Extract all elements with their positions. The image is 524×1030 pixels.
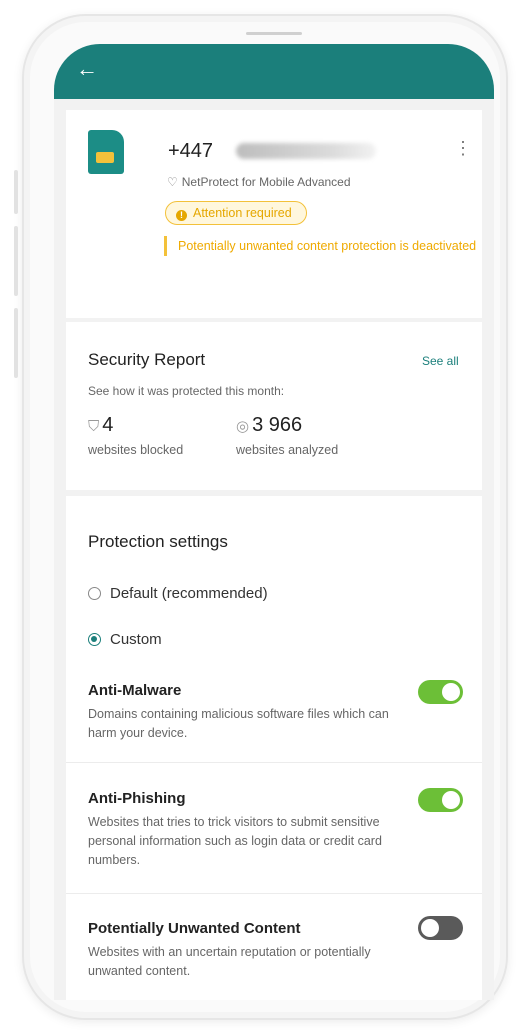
feature-name: Anti-Malware <box>88 682 182 699</box>
phone-side-button <box>14 170 18 214</box>
app-screen: ← +447 ⋮ ♡ NetProtect for Mobile Advanced… <box>54 44 494 1000</box>
scan-icon: ◎ <box>236 418 250 435</box>
radio-unselected[interactable] <box>88 587 101 600</box>
more-options-icon[interactable]: ⋮ <box>454 138 472 159</box>
attention-badge: ! Attention required <box>165 201 307 225</box>
feature-description: Websites that tries to trick visitors to… <box>88 815 382 867</box>
phone-side-button <box>14 226 18 296</box>
anti-phishing-toggle[interactable] <box>418 788 463 812</box>
phone-side-button <box>14 308 18 378</box>
back-arrow-icon[interactable]: ← <box>76 58 98 80</box>
feature-name: Anti-Phishing <box>88 790 186 807</box>
blocked-label: websites blocked <box>88 443 184 457</box>
shield-outline-icon: ♡ <box>167 175 178 189</box>
app-bar: ← <box>54 44 494 99</box>
radio-custom[interactable]: Custom <box>88 631 162 648</box>
divider <box>66 762 482 763</box>
potentially-unwanted-content-toggle[interactable] <box>418 916 463 940</box>
sim-card-icon <box>88 130 124 174</box>
see-all-link[interactable]: See all <box>422 354 459 368</box>
radio-default[interactable]: Default (recommended) <box>88 585 268 602</box>
warning-icon: ! <box>176 210 187 221</box>
protection-settings-title: Protection settings <box>88 532 228 551</box>
blocked-count: 4 <box>102 414 114 436</box>
feature-description: Websites with an uncertain reputation or… <box>88 945 371 978</box>
feature-description: Domains containing malicious software fi… <box>88 707 389 740</box>
phone-number: +447 <box>168 140 214 162</box>
feature-potentially-unwanted-content: Potentially Unwanted Content Websites wi… <box>88 920 418 981</box>
alert-message: Potentially unwanted content protection … <box>164 236 478 256</box>
product-name: ♡ NetProtect for Mobile Advanced <box>167 175 351 189</box>
radio-selected[interactable] <box>88 633 101 646</box>
security-report-card: Security Report See all See how it was p… <box>66 322 482 490</box>
shield-blocked-icon: ⛉ <box>88 418 100 435</box>
device-card: +447 ⋮ ♡ NetProtect for Mobile Advanced !… <box>66 110 482 318</box>
security-report-title: Security Report <box>88 350 206 369</box>
websites-blocked-stat: ⛉ 4 websites blocked <box>88 414 183 457</box>
anti-malware-toggle[interactable] <box>418 680 463 704</box>
security-report-subtitle: See how it was protected this month: <box>88 384 285 398</box>
websites-analyzed-stat: ◎ 3 966 websites analyzed <box>236 414 338 457</box>
analyzed-count: 3 966 <box>252 414 303 436</box>
feature-anti-phishing: Anti-Phishing Websites that tries to tri… <box>88 790 418 870</box>
phone-number-redacted <box>236 143 376 159</box>
protection-settings-card: Protection settings Default (recommended… <box>66 496 482 1000</box>
divider <box>66 893 482 894</box>
analyzed-label: websites analyzed <box>236 443 339 457</box>
phone-speaker <box>246 32 302 35</box>
feature-name: Potentially Unwanted Content <box>88 920 301 937</box>
feature-anti-malware: Anti-Malware Domains containing maliciou… <box>88 682 418 743</box>
